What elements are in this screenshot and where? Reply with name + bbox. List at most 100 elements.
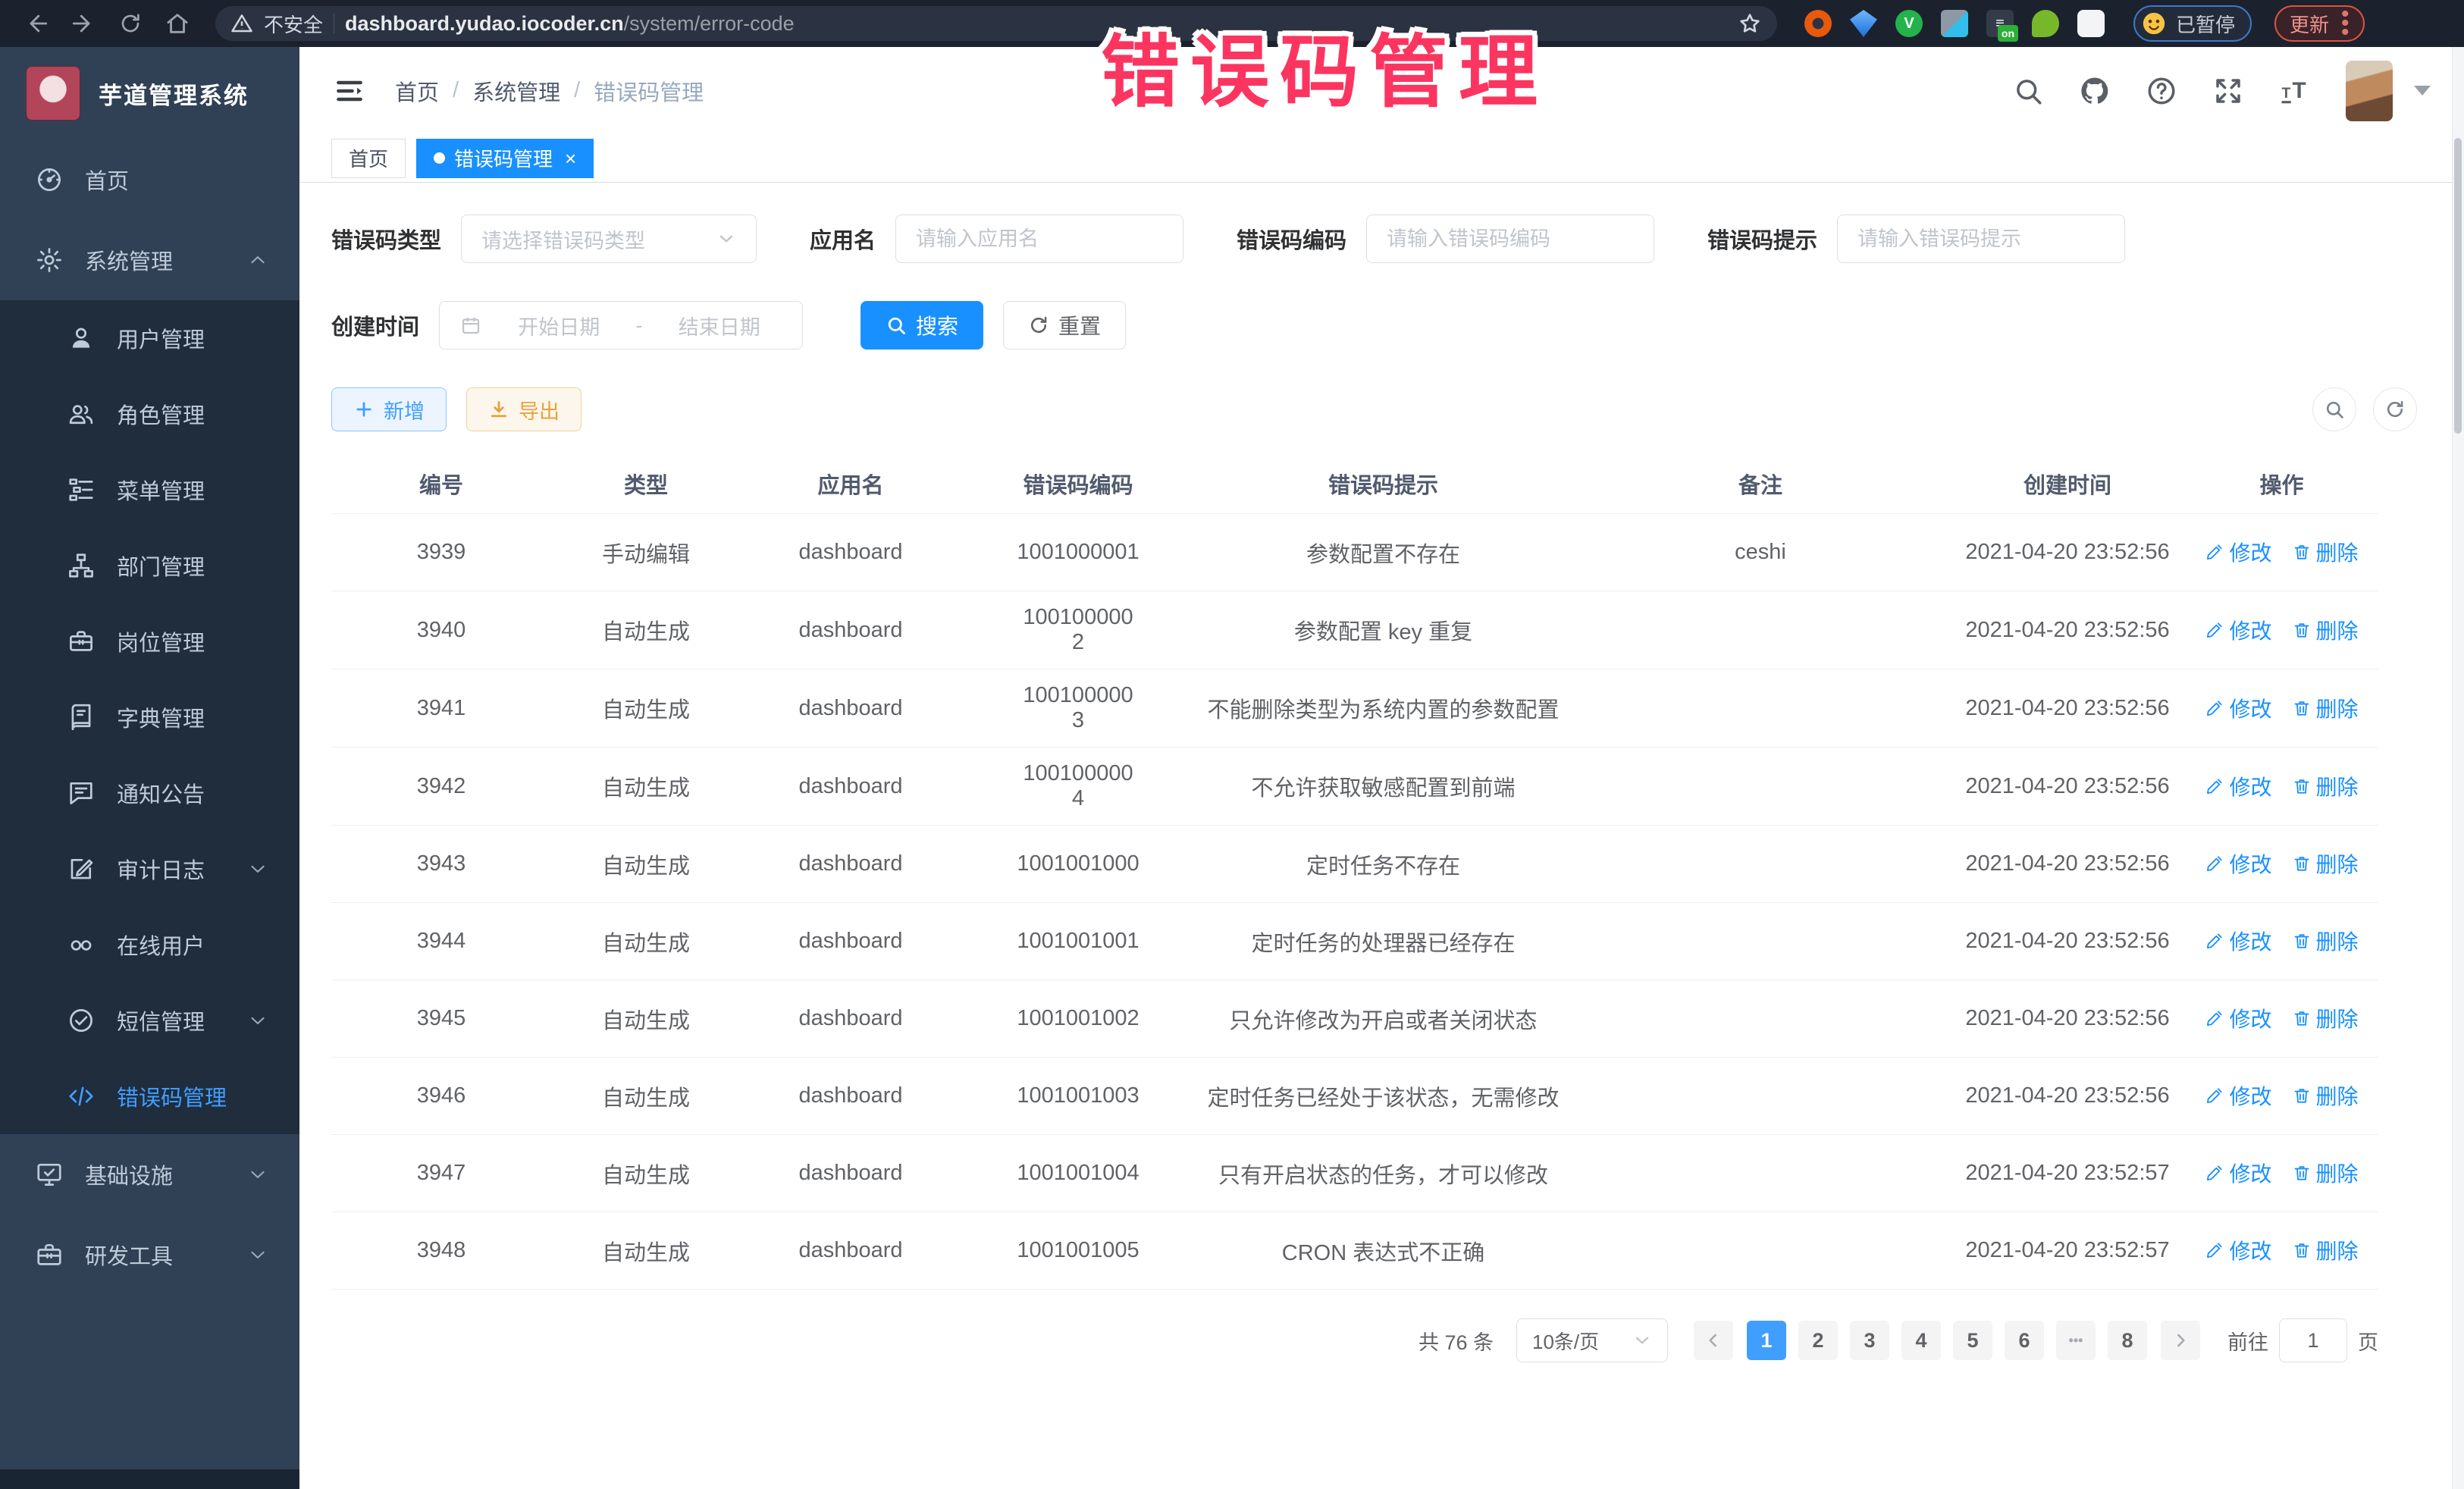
orange-gear-extension-icon[interactable] bbox=[1804, 10, 1832, 37]
sidebar-item-4[interactable]: 菜单管理 bbox=[0, 452, 299, 528]
gn-extension-icon[interactable]: ≡on bbox=[1986, 10, 2014, 37]
goto-page-input[interactable] bbox=[2279, 1318, 2347, 1362]
help-icon[interactable] bbox=[2146, 75, 2177, 107]
sidebar-item-14[interactable]: 研发工具 bbox=[0, 1215, 299, 1295]
chevron-down-icon bbox=[246, 1009, 269, 1032]
github-icon[interactable] bbox=[2079, 75, 2111, 107]
home-icon[interactable] bbox=[158, 4, 197, 43]
sidebar-item-6[interactable]: 岗位管理 bbox=[0, 603, 299, 679]
edit-link[interactable]: 修改 bbox=[2205, 1080, 2271, 1111]
chevron-down-icon[interactable] bbox=[2414, 86, 2431, 96]
sidebar-item-9[interactable]: 审计日志 bbox=[0, 831, 299, 907]
calendar-icon bbox=[459, 314, 482, 337]
url-text[interactable]: dashboard.yudao.iocoder.cn/system/error-… bbox=[345, 12, 795, 36]
page-button-8[interactable]: 8 bbox=[2108, 1321, 2147, 1360]
sidebar-item-10[interactable]: 在线用户 bbox=[0, 907, 299, 983]
app-title: 芋道管理系统 bbox=[99, 77, 249, 111]
edit-link[interactable]: 修改 bbox=[2205, 693, 2271, 723]
bookmark-star-icon[interactable] bbox=[1738, 11, 1762, 36]
delete-link[interactable]: 删除 bbox=[2292, 615, 2359, 645]
plus-icon bbox=[353, 399, 375, 420]
breadcrumb-home[interactable]: 首页 bbox=[395, 75, 439, 107]
blue-gem-extension-icon[interactable] bbox=[1850, 10, 1877, 37]
browser-update-button[interactable]: 更新 ••• bbox=[2274, 5, 2365, 42]
reset-button[interactable]: 重置 bbox=[1003, 301, 1126, 350]
security-label[interactable]: 不安全 bbox=[264, 10, 323, 38]
page-button-6[interactable]: 6 bbox=[2005, 1321, 2044, 1360]
search-toggle-icon[interactable] bbox=[2312, 387, 2356, 431]
sidebar-item-0[interactable]: 首页 bbox=[0, 139, 299, 220]
date-range-picker[interactable]: 开始日期 - 结束日期 bbox=[439, 301, 803, 350]
delete-link[interactable]: 删除 bbox=[2292, 693, 2359, 723]
fullscreen-icon[interactable] bbox=[2212, 75, 2244, 107]
sidebar-item-8[interactable]: 通知公告 bbox=[0, 755, 299, 831]
delete-link[interactable]: 删除 bbox=[2292, 771, 2359, 801]
page-button-2[interactable]: 2 bbox=[1798, 1321, 1838, 1360]
refresh-icon[interactable] bbox=[2373, 387, 2417, 431]
delete-link[interactable]: 删除 bbox=[2292, 537, 2359, 567]
sidebar-item-7[interactable]: 字典管理 bbox=[0, 679, 299, 755]
profile-paused-chip[interactable]: 已暂停 bbox=[2133, 5, 2252, 42]
tab-1[interactable]: 错误码管理× bbox=[416, 139, 594, 178]
back-icon[interactable] bbox=[17, 4, 56, 43]
scrollbar-thumb[interactable] bbox=[2454, 138, 2462, 434]
cell-type: 自动生成 bbox=[551, 757, 741, 816]
delete-link[interactable]: 删除 bbox=[2292, 926, 2359, 956]
delete-link[interactable]: 删除 bbox=[2292, 848, 2359, 879]
page-size-select[interactable]: 10条/页 bbox=[1516, 1318, 1668, 1362]
error-type-select[interactable]: 请选择错误码类型 bbox=[461, 215, 757, 263]
page-button-5[interactable]: 5 bbox=[1953, 1321, 1992, 1360]
green-check-extension-icon[interactable]: V bbox=[1895, 10, 1923, 37]
puzzle-extension-icon[interactable] bbox=[2077, 10, 2105, 37]
hamburger-icon[interactable] bbox=[333, 74, 366, 108]
edit-link[interactable]: 修改 bbox=[2205, 615, 2271, 645]
edit-link[interactable]: 修改 bbox=[2205, 1003, 2271, 1033]
next-page-button[interactable] bbox=[2161, 1321, 2200, 1360]
edit-link[interactable]: 修改 bbox=[2205, 771, 2271, 801]
delete-link[interactable]: 删除 bbox=[2292, 1235, 2359, 1265]
breadcrumb-system[interactable]: 系统管理 bbox=[472, 75, 560, 107]
grid-extension-icon[interactable] bbox=[1941, 10, 1968, 37]
tab-0[interactable]: 首页 bbox=[331, 139, 406, 178]
sidebar-item-5[interactable]: 部门管理 bbox=[0, 528, 299, 603]
sidebar-item-11[interactable]: 短信管理 bbox=[0, 983, 299, 1058]
warning-icon[interactable] bbox=[230, 12, 253, 35]
edit-link[interactable]: 修改 bbox=[2205, 1235, 2271, 1265]
reload-icon[interactable] bbox=[111, 4, 150, 43]
sidebar-item-13[interactable]: 基础设施 bbox=[0, 1134, 299, 1215]
user-avatar[interactable] bbox=[2346, 61, 2393, 121]
search-icon[interactable] bbox=[2012, 75, 2044, 107]
scrollbar-track[interactable] bbox=[2452, 47, 2464, 1489]
edit-link[interactable]: 修改 bbox=[2205, 1158, 2271, 1188]
edit-link[interactable]: 修改 bbox=[2205, 848, 2271, 879]
close-icon[interactable]: × bbox=[565, 149, 576, 168]
sidebar-item-1[interactable]: 系统管理 bbox=[0, 220, 299, 300]
prev-page-button[interactable] bbox=[1694, 1321, 1733, 1360]
error-msg-input[interactable] bbox=[1837, 215, 2125, 263]
font-size-icon[interactable]: TT bbox=[2279, 75, 2311, 107]
delete-link[interactable]: 删除 bbox=[2292, 1158, 2359, 1188]
cell-msg: 定时任务的处理器已经存在 bbox=[1196, 912, 1571, 971]
add-button[interactable]: 新增 bbox=[331, 387, 447, 431]
page-button-4[interactable]: 4 bbox=[1901, 1321, 1941, 1360]
sidebar-item-2[interactable]: 用户管理 bbox=[0, 300, 299, 376]
edit-link[interactable]: 修改 bbox=[2205, 537, 2271, 567]
page-button-1[interactable]: 1 bbox=[1747, 1321, 1786, 1360]
export-button[interactable]: 导出 bbox=[466, 387, 582, 431]
app-name-input[interactable] bbox=[895, 215, 1183, 263]
error-code-input[interactable] bbox=[1366, 215, 1654, 263]
delete-link[interactable]: 删除 bbox=[2292, 1080, 2359, 1111]
svg-text:T: T bbox=[2282, 85, 2291, 101]
page-button-3[interactable]: 3 bbox=[1850, 1321, 1889, 1360]
edit-link[interactable]: 修改 bbox=[2205, 926, 2271, 956]
green-key-extension-icon[interactable] bbox=[2032, 10, 2059, 37]
forward-icon[interactable] bbox=[64, 4, 103, 43]
svg-text:T: T bbox=[2293, 77, 2306, 102]
kebab-menu-icon[interactable]: ••• bbox=[2341, 10, 2350, 37]
delete-link[interactable]: 删除 bbox=[2292, 1003, 2359, 1033]
sidebar-item-12[interactable]: 错误码管理 bbox=[0, 1058, 299, 1134]
ellipsis-pages-button[interactable]: ••• bbox=[2056, 1321, 2096, 1360]
sidebar-logo[interactable]: 芋道管理系统 bbox=[0, 47, 299, 139]
sidebar-item-3[interactable]: 角色管理 bbox=[0, 376, 299, 452]
search-button[interactable]: 搜索 bbox=[861, 301, 983, 350]
